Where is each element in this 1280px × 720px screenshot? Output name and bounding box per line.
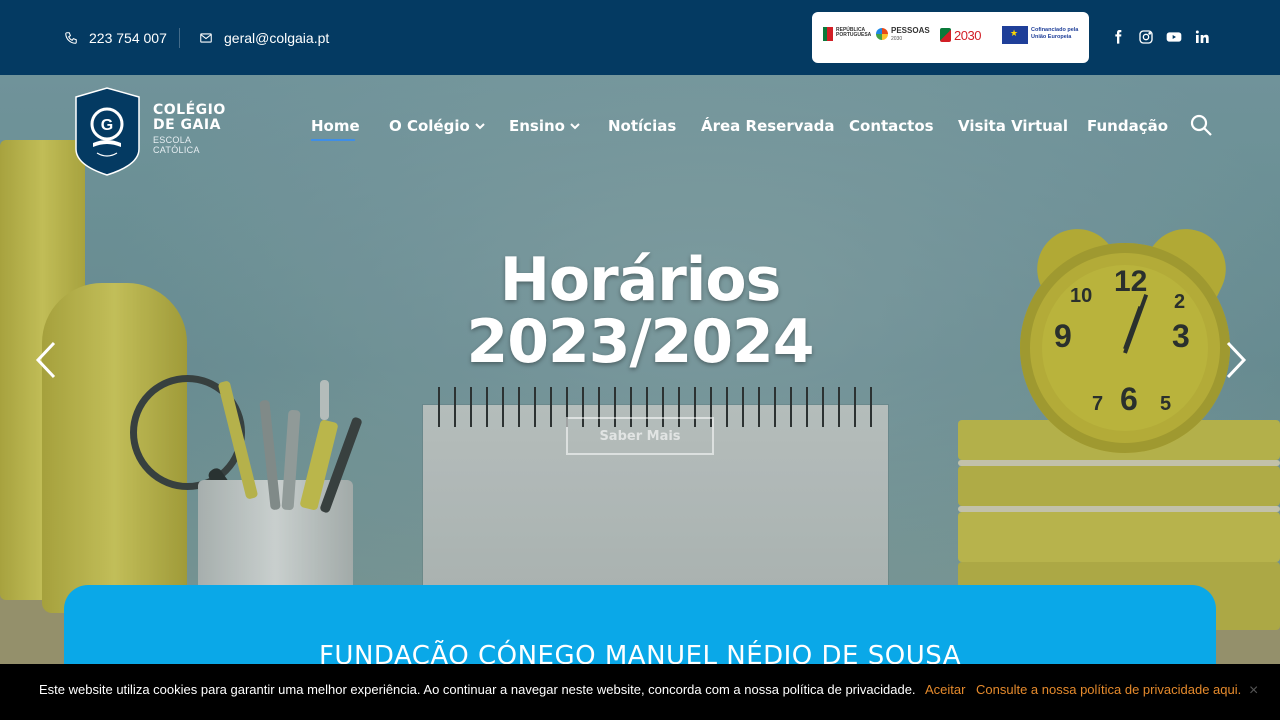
nav-item-ensino[interactable]: Ensino xyxy=(509,115,580,137)
eu-cofinanced-logo: Cofinanciado pela União Europeia xyxy=(1002,26,1086,46)
svg-text:G: G xyxy=(101,117,113,134)
privacy-policy-link[interactable]: Consulte a nossa política de privacidade… xyxy=(976,682,1241,697)
facebook-icon[interactable] xyxy=(1110,29,1126,45)
linkedin-icon[interactable] xyxy=(1194,29,1210,45)
search-icon[interactable] xyxy=(1189,113,1213,137)
site-logo[interactable]: G COLÉGIO DE GAIA ESCOLA CATÓLICA xyxy=(75,87,240,177)
portugal-2030-logo: 2030 xyxy=(940,26,988,46)
nav-item-noticias[interactable]: Notícias xyxy=(608,115,676,137)
nav-item-fundacao[interactable]: Fundação xyxy=(1087,115,1168,137)
logo-name-line-2: DE GAIA xyxy=(153,117,221,133)
email-contact[interactable]: geral@colgaia.pt xyxy=(199,0,329,75)
republica-portuguesa-logo: REPÚBLICA PORTUGUESA xyxy=(823,27,873,43)
divider xyxy=(179,28,180,48)
chevron-down-icon xyxy=(570,123,580,130)
phone-contact[interactable]: 223 754 007 xyxy=(64,0,167,75)
funding-logos[interactable]: REPÚBLICA PORTUGUESA PESSOAS 2030 2030 C… xyxy=(812,12,1089,63)
pessoas-2030-logo: PESSOAS 2030 xyxy=(876,26,931,46)
school-crest-icon: G xyxy=(75,87,140,176)
email-address: geral@colgaia.pt xyxy=(224,29,330,46)
close-icon[interactable]: × xyxy=(1249,682,1258,700)
slide-title-line-2: 2023/2024 xyxy=(466,307,815,377)
nav-item-o-colegio[interactable]: O Colégio xyxy=(389,115,485,137)
youtube-icon[interactable] xyxy=(1166,29,1182,45)
nav-active-indicator xyxy=(311,139,355,141)
nav-item-area-reservada[interactable]: Área Reservada xyxy=(701,115,835,137)
phone-number: 223 754 007 xyxy=(89,29,167,46)
instagram-icon[interactable] xyxy=(1138,29,1154,45)
nav-item-home[interactable]: Home xyxy=(311,115,360,137)
cookie-accept-button[interactable]: Aceitar xyxy=(925,682,965,697)
cookie-banner: Este website utiliza cookies para garant… xyxy=(0,664,1280,720)
cookie-message: Este website utiliza cookies para garant… xyxy=(39,682,916,697)
phone-icon xyxy=(65,31,77,44)
nav-item-contactos[interactable]: Contactos xyxy=(849,115,934,137)
slider-prev-arrow-icon[interactable] xyxy=(34,340,58,380)
slide-title: Horários 2023/2024 xyxy=(440,249,840,373)
top-bar: 223 754 007 geral@colgaia.pt REPÚBLICA P… xyxy=(0,0,1280,75)
logo-tagline: ESCOLA CATÓLICA xyxy=(153,135,200,155)
envelope-icon xyxy=(200,32,212,43)
slide-title-line-1: Horários xyxy=(499,245,782,315)
nav-item-visita-virtual[interactable]: Visita Virtual xyxy=(958,115,1068,137)
logo-name-line-1: COLÉGIO xyxy=(153,102,226,118)
saber-mais-button[interactable]: Saber Mais xyxy=(566,417,714,455)
chevron-down-icon xyxy=(475,123,485,130)
slider-next-arrow-icon[interactable] xyxy=(1224,340,1248,380)
